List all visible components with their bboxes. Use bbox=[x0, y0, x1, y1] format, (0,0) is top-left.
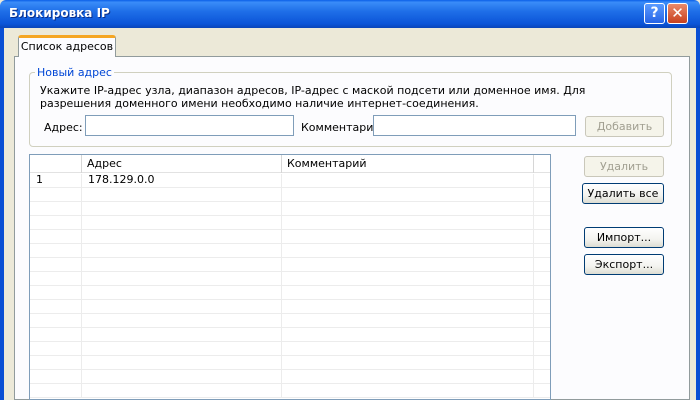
column-header-number[interactable] bbox=[30, 155, 82, 173]
close-button[interactable]: ✕ bbox=[667, 3, 688, 24]
empty-row bbox=[30, 230, 550, 244]
column-header-comment[interactable]: Комментарий bbox=[282, 155, 534, 173]
empty-row bbox=[30, 188, 550, 202]
close-icon: ✕ bbox=[671, 4, 684, 22]
help-button[interactable]: ? bbox=[644, 3, 665, 24]
tab-address-list[interactable]: Список адресов bbox=[18, 35, 116, 57]
empty-row bbox=[30, 286, 550, 300]
comment-input[interactable] bbox=[373, 115, 576, 136]
empty-row bbox=[30, 216, 550, 230]
empty-row bbox=[30, 370, 550, 384]
empty-row bbox=[30, 342, 550, 356]
empty-row bbox=[30, 314, 550, 328]
window-title: Блокировка IP bbox=[9, 6, 110, 20]
new-address-legend: Новый адрес bbox=[35, 66, 114, 79]
window-frame-right bbox=[696, 28, 700, 400]
empty-row bbox=[30, 300, 550, 314]
empty-row bbox=[30, 272, 550, 286]
empty-row bbox=[30, 202, 550, 216]
address-label: Адрес: bbox=[44, 121, 83, 134]
empty-row bbox=[30, 244, 550, 258]
help-icon: ? bbox=[650, 5, 659, 21]
column-header-address[interactable]: Адрес bbox=[82, 155, 282, 173]
title-bar[interactable]: Блокировка IP ? ✕ bbox=[0, 0, 700, 28]
empty-row bbox=[30, 258, 550, 272]
table-header: Адрес Комментарий bbox=[30, 155, 550, 173]
empty-row bbox=[30, 384, 550, 398]
table-row[interactable]: 1 178.129.0.0 bbox=[30, 174, 550, 188]
window-frame-left bbox=[0, 28, 4, 400]
address-table[interactable]: Адрес Комментарий 1 178.129.0.0 bbox=[29, 154, 551, 400]
empty-row bbox=[30, 356, 550, 370]
new-address-hint: Укажите IP-адрес узла, диапазон адресов,… bbox=[40, 84, 586, 110]
import-button[interactable]: Импорт... bbox=[584, 227, 664, 248]
delete-all-button[interactable]: Удалить все bbox=[582, 183, 664, 204]
comment-label: Комментарий bbox=[301, 121, 381, 134]
export-button[interactable]: Экспорт... bbox=[584, 254, 664, 275]
delete-button[interactable]: Удалить bbox=[584, 156, 664, 177]
empty-row bbox=[30, 328, 550, 342]
row-address: 178.129.0.0 bbox=[82, 174, 282, 188]
row-number: 1 bbox=[30, 174, 82, 188]
address-input[interactable] bbox=[85, 115, 294, 136]
row-comment bbox=[282, 174, 534, 188]
add-button[interactable]: Добавить bbox=[585, 116, 664, 137]
